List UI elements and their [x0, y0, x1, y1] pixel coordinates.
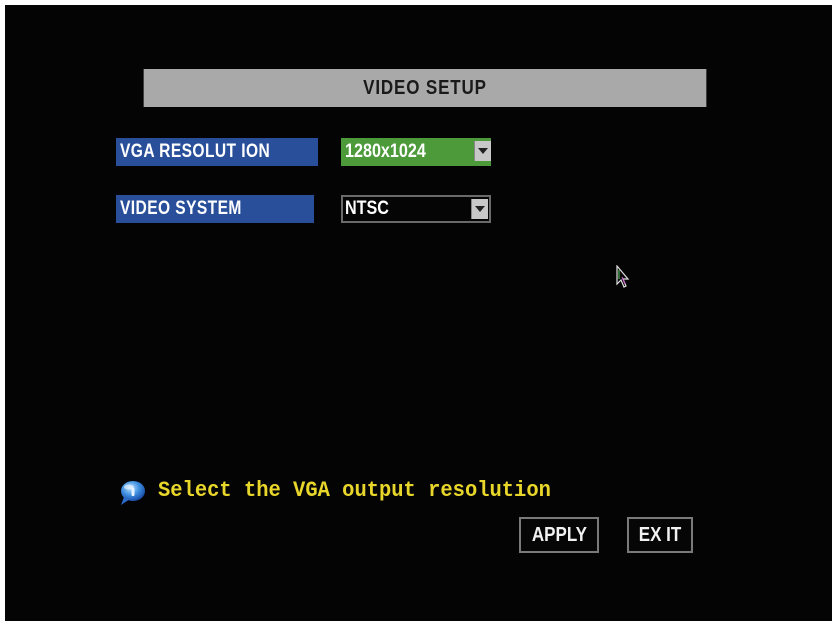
video-system-label: VIDEO SYSTEM [116, 195, 314, 223]
info-bubble-icon [121, 481, 145, 505]
chevron-down-icon[interactable] [471, 199, 488, 219]
page-title: VIDEO SETUP [143, 69, 707, 107]
apply-button-label: APPLY [531, 523, 587, 546]
video-system-value: NTSC [345, 198, 389, 219]
apply-button[interactable]: APPLY [519, 517, 599, 553]
dvr-screen: VIDEO SETUP VGA RESOLUT ION 1280x1024 VI… [5, 5, 832, 621]
vga-resolution-label: VGA RESOLUT ION [116, 138, 318, 166]
chevron-down-icon[interactable] [474, 141, 491, 161]
video-system-select[interactable]: NTSC [341, 195, 491, 223]
vga-resolution-value: 1280x1024 [345, 141, 426, 162]
mouse-pointer-icon [616, 265, 630, 288]
vga-resolution-select[interactable]: 1280x1024 [341, 138, 491, 166]
exit-button[interactable]: EX IT [627, 517, 693, 553]
hint-text: Select the VGA output resolution [158, 478, 551, 503]
exit-button-label: EX IT [638, 523, 682, 546]
vga-resolution-label-text: VGA RESOLUT ION [120, 141, 271, 162]
video-system-label-text: VIDEO SYSTEM [120, 198, 242, 219]
